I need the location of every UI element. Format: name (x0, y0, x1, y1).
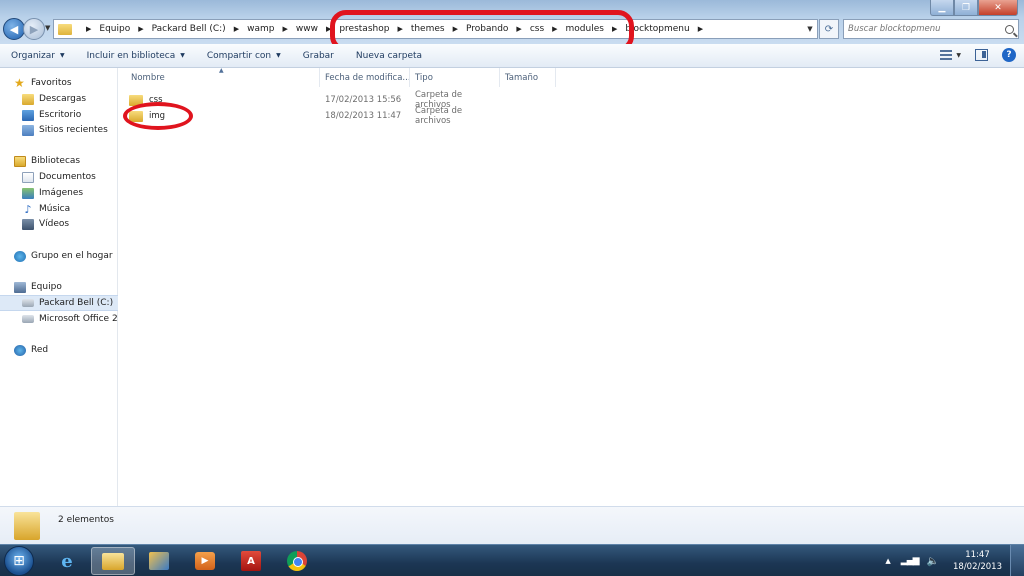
change-view-icon[interactable] (940, 50, 953, 60)
view-controls: ▼ ? (928, 48, 1016, 62)
new-folder-button[interactable]: Nueva carpeta (345, 51, 433, 61)
breadcrumb-item[interactable]: blocktopmenu (625, 24, 689, 34)
libraries-icon (14, 155, 26, 167)
nav-network[interactable]: Red (0, 342, 118, 358)
chevron-right-icon[interactable]: ▶ (234, 25, 239, 33)
folder-icon (58, 23, 72, 35)
chevron-down-icon: ▼ (60, 52, 65, 59)
img-annotation-circle (123, 102, 193, 130)
nav-documents[interactable]: Documentos (0, 169, 118, 185)
show-desktop-button[interactable] (1010, 545, 1024, 576)
address-history-dropdown[interactable]: ▼ (803, 25, 817, 33)
chevron-down-icon: ▼ (276, 52, 281, 59)
nav-homegroup[interactable]: Grupo en el hogar (0, 248, 118, 264)
file-list: ▲ Nombre Fecha de modifica... Tipo Tamaño… (119, 68, 1024, 506)
breadcrumb-item[interactable]: Packard Bell (C:) (152, 24, 226, 34)
caption-buttons: ▁ ❐ ✕ (930, 0, 1018, 16)
chevron-right-icon[interactable]: ▶ (138, 25, 143, 33)
column-headers: ▲ Nombre Fecha de modifica... Tipo Tamaño (119, 68, 1024, 87)
music-note-icon: ♪ (24, 202, 32, 216)
search-box[interactable] (843, 19, 1019, 39)
nav-office-drive[interactable]: Microsoft Office 201 (0, 311, 118, 327)
network-signal-icon[interactable]: ▂▄▆ (901, 556, 920, 566)
drive-icon (22, 315, 34, 323)
volume-icon[interactable]: 🔈 (927, 556, 939, 567)
navigation-pane: ★ Favoritos Descargas Escritorio Sitios r… (0, 68, 118, 506)
nav-drive-c[interactable]: Packard Bell (C:) (0, 295, 118, 311)
column-type[interactable]: Tipo (410, 68, 500, 87)
nav-computer[interactable]: Equipo (0, 279, 118, 295)
network-icon (14, 344, 26, 356)
organize-menu[interactable]: Organizar ▼ (0, 51, 76, 61)
chevron-down-icon: ▼ (180, 52, 185, 59)
burn-button[interactable]: Grabar (292, 51, 345, 61)
nav-desktop[interactable]: Escritorio (0, 107, 118, 123)
nav-music[interactable]: ♪ Música (0, 201, 118, 217)
media-player-icon[interactable]: ▶ (183, 547, 227, 575)
chrome-icon[interactable] (275, 547, 319, 575)
view-options-dropdown[interactable]: ▼ (956, 52, 961, 59)
nav-libraries[interactable]: Bibliotecas (0, 153, 118, 169)
chevron-right-icon[interactable]: ▶ (698, 25, 703, 33)
include-library-menu[interactable]: Incluir en biblioteca ▼ (76, 51, 196, 61)
forward-arrow-icon: ▶ (29, 22, 39, 36)
search-input[interactable] (848, 24, 998, 34)
internet-explorer-icon[interactable]: e (45, 547, 89, 575)
back-arrow-icon: ◀ (9, 22, 19, 36)
system-tray: ▲ ▂▄▆ 🔈 11:47 18/02/2013 (885, 545, 1002, 576)
pictures-icon (22, 187, 34, 199)
taskbar: ⊞ e ▶ A ▲ ▂▄▆ 🔈 11:47 18/02/2013 (0, 544, 1024, 576)
recent-places-icon (22, 124, 34, 136)
hard-drive-icon (22, 299, 34, 307)
search-icon (1005, 24, 1014, 34)
acrobat-icon[interactable]: A (229, 547, 273, 575)
chevron-right-icon[interactable]: ▶ (86, 25, 91, 33)
recent-pages-dropdown[interactable]: ▼ (45, 24, 50, 32)
column-size[interactable]: Tamaño (500, 68, 556, 87)
breadcrumb-item[interactable]: wamp (247, 24, 274, 34)
maximize-button[interactable]: ❐ (954, 0, 978, 16)
nav-videos[interactable]: Vídeos (0, 216, 118, 232)
homegroup-icon (14, 250, 26, 262)
column-date-modified[interactable]: Fecha de modifica... (320, 68, 410, 87)
start-orb-icon[interactable]: ⊞ (4, 546, 34, 576)
minimize-button[interactable]: ▁ (930, 0, 954, 16)
documents-icon (22, 171, 34, 183)
videos-icon (22, 218, 34, 230)
breadcrumb-item[interactable]: www (296, 24, 318, 34)
breadcrumb-item[interactable]: Equipo (99, 24, 130, 34)
refresh-button[interactable]: ⟳ (819, 19, 839, 39)
back-button[interactable]: ◀ (3, 18, 25, 40)
nav-recent-places[interactable]: Sitios recientes (0, 122, 118, 138)
command-bar: Organizar ▼ Incluir en biblioteca ▼ Compar… (0, 44, 1024, 68)
refresh-icon: ⟳ (824, 23, 834, 35)
details-pane: 2 elementos (0, 506, 1024, 544)
item-count: 2 elementos (58, 514, 114, 525)
computer-icon (14, 281, 26, 293)
star-icon: ★ (14, 76, 25, 90)
close-button[interactable]: ✕ (978, 0, 1018, 16)
preview-pane-icon[interactable] (975, 49, 988, 61)
show-hidden-icons-icon[interactable]: ▲ (885, 557, 890, 565)
clock-date: 18/02/2013 (953, 562, 1002, 572)
clock[interactable]: 11:47 18/02/2013 (953, 549, 1002, 573)
explorer-folder-icon[interactable] (91, 547, 135, 575)
downloads-folder-icon (22, 93, 34, 105)
nav-favorites[interactable]: ★ Favoritos (0, 75, 118, 91)
nav-downloads[interactable]: Descargas (0, 91, 118, 107)
nav-pictures[interactable]: Imágenes (0, 185, 118, 201)
help-icon[interactable]: ? (1002, 48, 1016, 62)
clock-time: 11:47 (965, 550, 990, 560)
share-with-menu[interactable]: Compartir con ▼ (196, 51, 292, 61)
column-name[interactable]: ▲ Nombre (119, 68, 320, 87)
chevron-right-icon[interactable]: ▶ (282, 25, 287, 33)
app-icon[interactable] (137, 547, 181, 575)
folder-icon (14, 511, 40, 540)
sort-ascending-icon: ▲ (219, 68, 224, 74)
desktop-icon (22, 109, 34, 121)
forward-button[interactable]: ▶ (23, 18, 45, 40)
